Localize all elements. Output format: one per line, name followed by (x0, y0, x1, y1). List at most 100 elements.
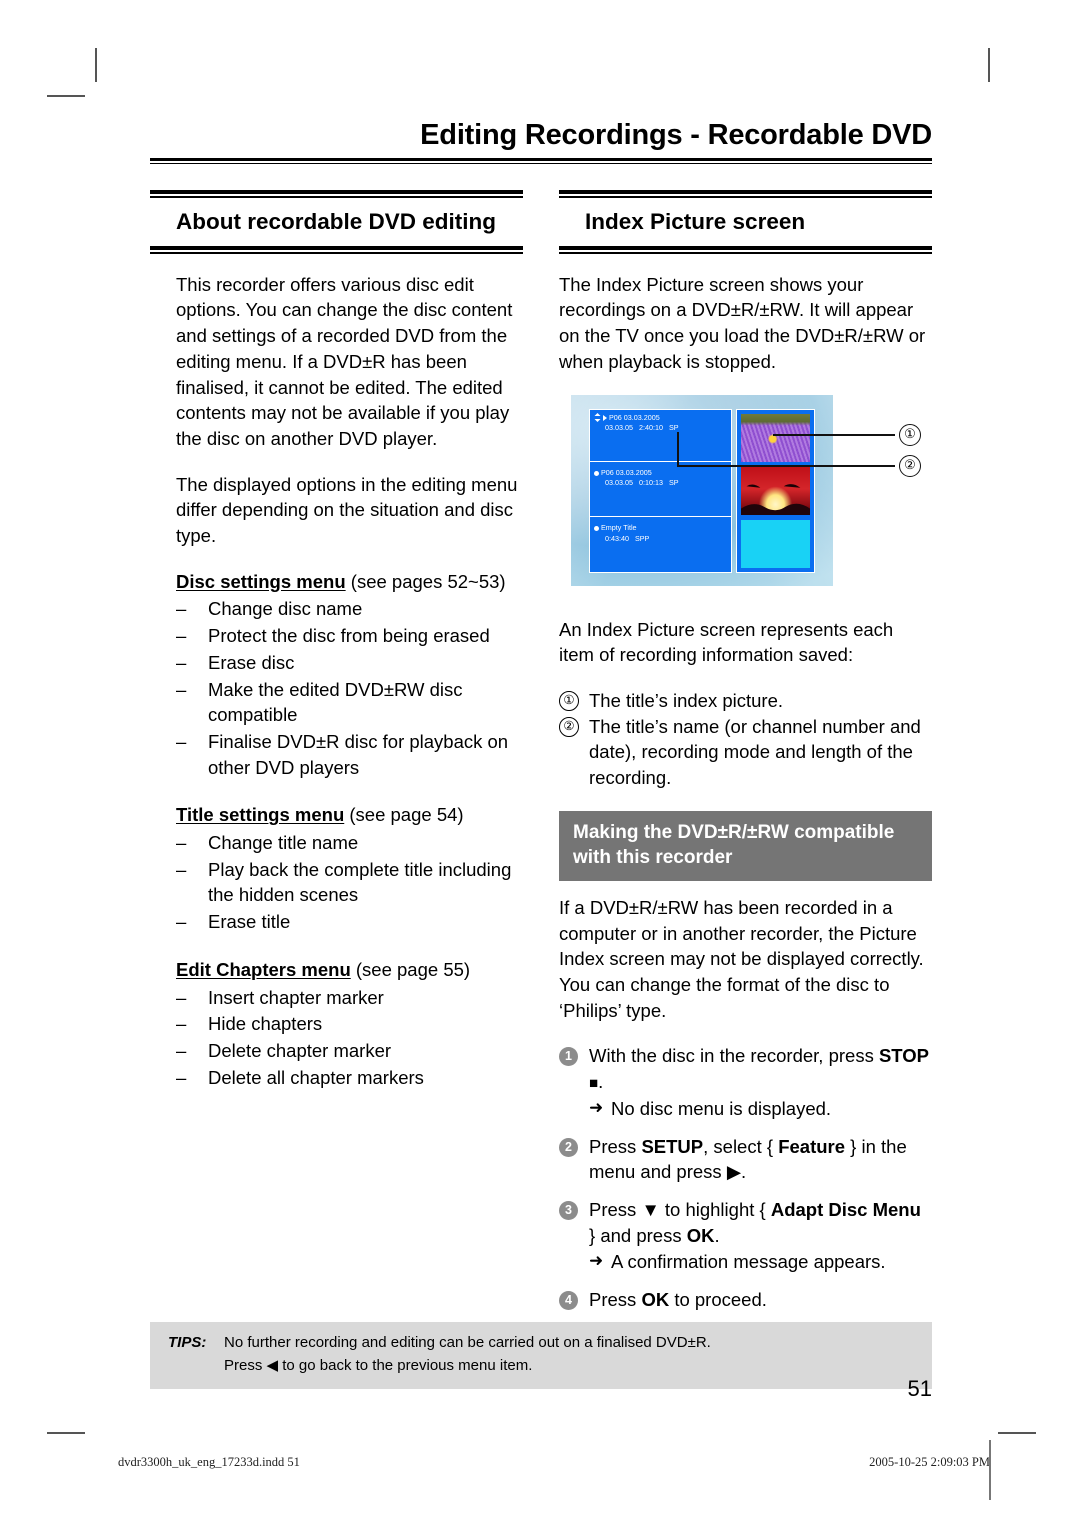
step-number-badge: 1 (559, 1047, 578, 1067)
dash-bullet: – (176, 1013, 187, 1035)
tv-entry-title-row: P06 03.03.2005 (594, 413, 728, 423)
list-item-label: Protect the disc from being erased (208, 625, 490, 647)
left-column: About recordable DVD editing This record… (150, 189, 523, 1325)
left-arrow-icon: ◀ (266, 1356, 279, 1374)
title-settings-menu-list: – Change title name – Play back the comple… (150, 830, 523, 935)
step-result: ➜ No disc menu is displayed. (589, 1096, 932, 1122)
index-picture-intro-paragraph: The Index Picture screen shows your reco… (559, 273, 926, 372)
page-number: 51 (907, 1376, 932, 1401)
print-margin-rule (989, 1440, 991, 1500)
heading-rule-top (150, 189, 523, 198)
about-paragraph-2: The displayed options in the editing men… (176, 473, 518, 547)
print-file-name: dvdr3300h_uk_eng_17233d.indd 51 (118, 1455, 300, 1469)
crop-mark-top-left-horizontal (47, 95, 85, 97)
menu-label-feature: Feature (778, 1135, 846, 1157)
heading-rule-bottom (150, 245, 523, 254)
list-item: – Finalise DVD±R disc for playback on oth… (176, 729, 523, 780)
dash-bullet: – (176, 986, 187, 1008)
list-item: – Delete chapter marker (176, 1038, 523, 1064)
list-item: – Erase title (176, 909, 523, 935)
tv-entry-detail: 03.03.05 2:40:10 SP (605, 422, 679, 432)
anemone-thumbnail (741, 413, 810, 462)
step-item: 4 Press OK to proceed. (559, 1287, 932, 1313)
list-item-label: Insert chapter marker (208, 986, 384, 1008)
step-item: 3 Press ▼ to highlight { Adapt Disc Menu… (559, 1197, 932, 1275)
dash-bullet: – (176, 858, 187, 880)
step-number-badge: 3 (559, 1200, 578, 1220)
callout-number-1: ① (899, 423, 921, 446)
dash-bullet: – (176, 1066, 187, 1088)
list-item-label: Finalise DVD±R disc for playback on othe… (208, 730, 509, 778)
list-item-label: Erase title (208, 911, 291, 933)
tv-screen-graphic: P06 03.03.2005 03.03.05 2:40:10 SP P06 0… (571, 394, 833, 586)
dash-bullet: – (176, 651, 187, 673)
title-settings-menu-reference: (see page 54) (349, 804, 464, 826)
title-settings-menu-name: Title settings menu (176, 804, 345, 826)
banner-paragraph: If a DVD±R/±RW has been recorded in a co… (559, 896, 924, 1021)
list-item-label: Change disc name (208, 598, 363, 620)
list-item-label: Make the edited DVD±RW disc compatible (208, 678, 463, 726)
list-item: – Delete all chapter markers (176, 1065, 523, 1091)
list-item: ① The title’s index picture. (559, 688, 932, 714)
step-item: 1 With the disc in the recorder, press S… (559, 1043, 932, 1121)
procedure-steps: 1 With the disc in the recorder, press S… (559, 1043, 932, 1312)
callout-leader-vertical-2 (677, 431, 679, 466)
index-picture-figure: P06 03.03.2005 03.03.05 2:40:10 SP P06 0… (571, 394, 931, 595)
callout-number-2: ② (899, 454, 921, 477)
list-item: – Play back the complete title including … (176, 857, 523, 908)
tips-line-2: Press ◀ to go back to the previous menu … (224, 1356, 533, 1374)
step-result-text: No disc menu is displayed. (611, 1097, 832, 1119)
list-item-label: Play back the complete title including t… (208, 858, 512, 906)
list-item: – Change disc name (176, 596, 523, 622)
print-metadata: dvdr3300h_uk_eng_17233d.indd 51 2005-10-… (118, 1455, 990, 1470)
tips-line-1: No further recording and editing can be … (224, 1334, 711, 1351)
disc-settings-menu-subhead: Disc settings menu (see pages 52~53) (150, 569, 523, 595)
title-settings-menu-subhead: Title settings menu (see page 54) (150, 802, 523, 828)
list-item: – Hide chapters (176, 1011, 523, 1037)
tv-title-entry-empty[interactable]: Empty Title 0:43:40 SPP (590, 520, 731, 572)
down-arrow-icon: ▼ (641, 1198, 660, 1220)
key-label-ok: OK (641, 1289, 670, 1311)
list-item: ② The title’s name (or channel number an… (559, 714, 932, 791)
arrow-icon: ➜ (589, 1251, 604, 1271)
tv-title-entry[interactable]: P06 03.03.2005 03.03.05 0:10:13 SP (590, 464, 731, 518)
list-item: – Insert chapter marker (176, 985, 523, 1011)
tv-entry-title: P06 03.03.2005 (601, 467, 652, 477)
right-column: Index Picture screen The Index Picture s… (559, 189, 932, 1325)
dash-bullet: – (176, 1039, 187, 1061)
tv-entry-title-row: P06 03.03.2005 (594, 468, 728, 478)
list-item: – Make the edited DVD±RW disc compatible (176, 677, 523, 728)
step-number-badge: 2 (559, 1137, 578, 1157)
edit-chapters-menu-subhead: Edit Chapters menu (see page 55) (150, 957, 523, 983)
tv-title-entry-selected[interactable]: P06 03.03.2005 03.03.05 2:40:10 SP (590, 409, 731, 462)
edit-chapters-menu-list: – Insert chapter marker – Hide chapters – D… (150, 985, 523, 1091)
list-item: – Change title name (176, 830, 523, 856)
tv-title-list: P06 03.03.2005 03.03.05 2:40:10 SP P06 0… (589, 408, 732, 573)
heading-rule-bottom (559, 245, 932, 254)
page-title: Editing Recordings - Recordable DVD (420, 119, 932, 151)
about-paragraph-1: This recorder offers various disc edit o… (176, 273, 513, 449)
arrow-icon: ➜ (589, 1097, 604, 1117)
crop-mark-bottom-right-horizontal (998, 1432, 1036, 1434)
circled-number-1-icon: ① (559, 690, 579, 711)
key-label-setup: SETUP (641, 1135, 704, 1157)
key-label-stop: STOP (878, 1045, 930, 1067)
heading-rule-top (559, 189, 932, 198)
edit-chapters-menu-reference: (see page 55) (355, 958, 471, 980)
index-picture-heading-block: Index Picture screen (559, 189, 932, 254)
stop-square-icon: ■ (589, 1075, 599, 1093)
disc-settings-menu-list: – Change disc name – Protect the disc from… (150, 596, 523, 780)
list-item-label: Hide chapters (208, 1013, 323, 1035)
circled-number-2-icon: ② (559, 716, 579, 737)
list-item-label: The title’s index picture. (589, 689, 784, 711)
step-result: ➜ A confirmation message appears. (589, 1249, 932, 1275)
list-item-label: Erase disc (208, 651, 295, 673)
section-heading-about-editing: About recordable DVD editing (176, 208, 497, 234)
tv-entry-title: P06 03.03.2005 (609, 412, 660, 422)
banner-heading-make-compatible: Making the DVD±R/±RW compatible with thi… (559, 810, 932, 881)
dot-bullet-icon (594, 525, 599, 531)
sunset-thumbnail (741, 466, 810, 515)
right-arrow-icon: ▶ (726, 1161, 742, 1183)
menu-label-adapt-disc-menu: Adapt Disc Menu (770, 1198, 921, 1220)
list-item-label: The title’s name (or channel number and … (589, 715, 921, 789)
